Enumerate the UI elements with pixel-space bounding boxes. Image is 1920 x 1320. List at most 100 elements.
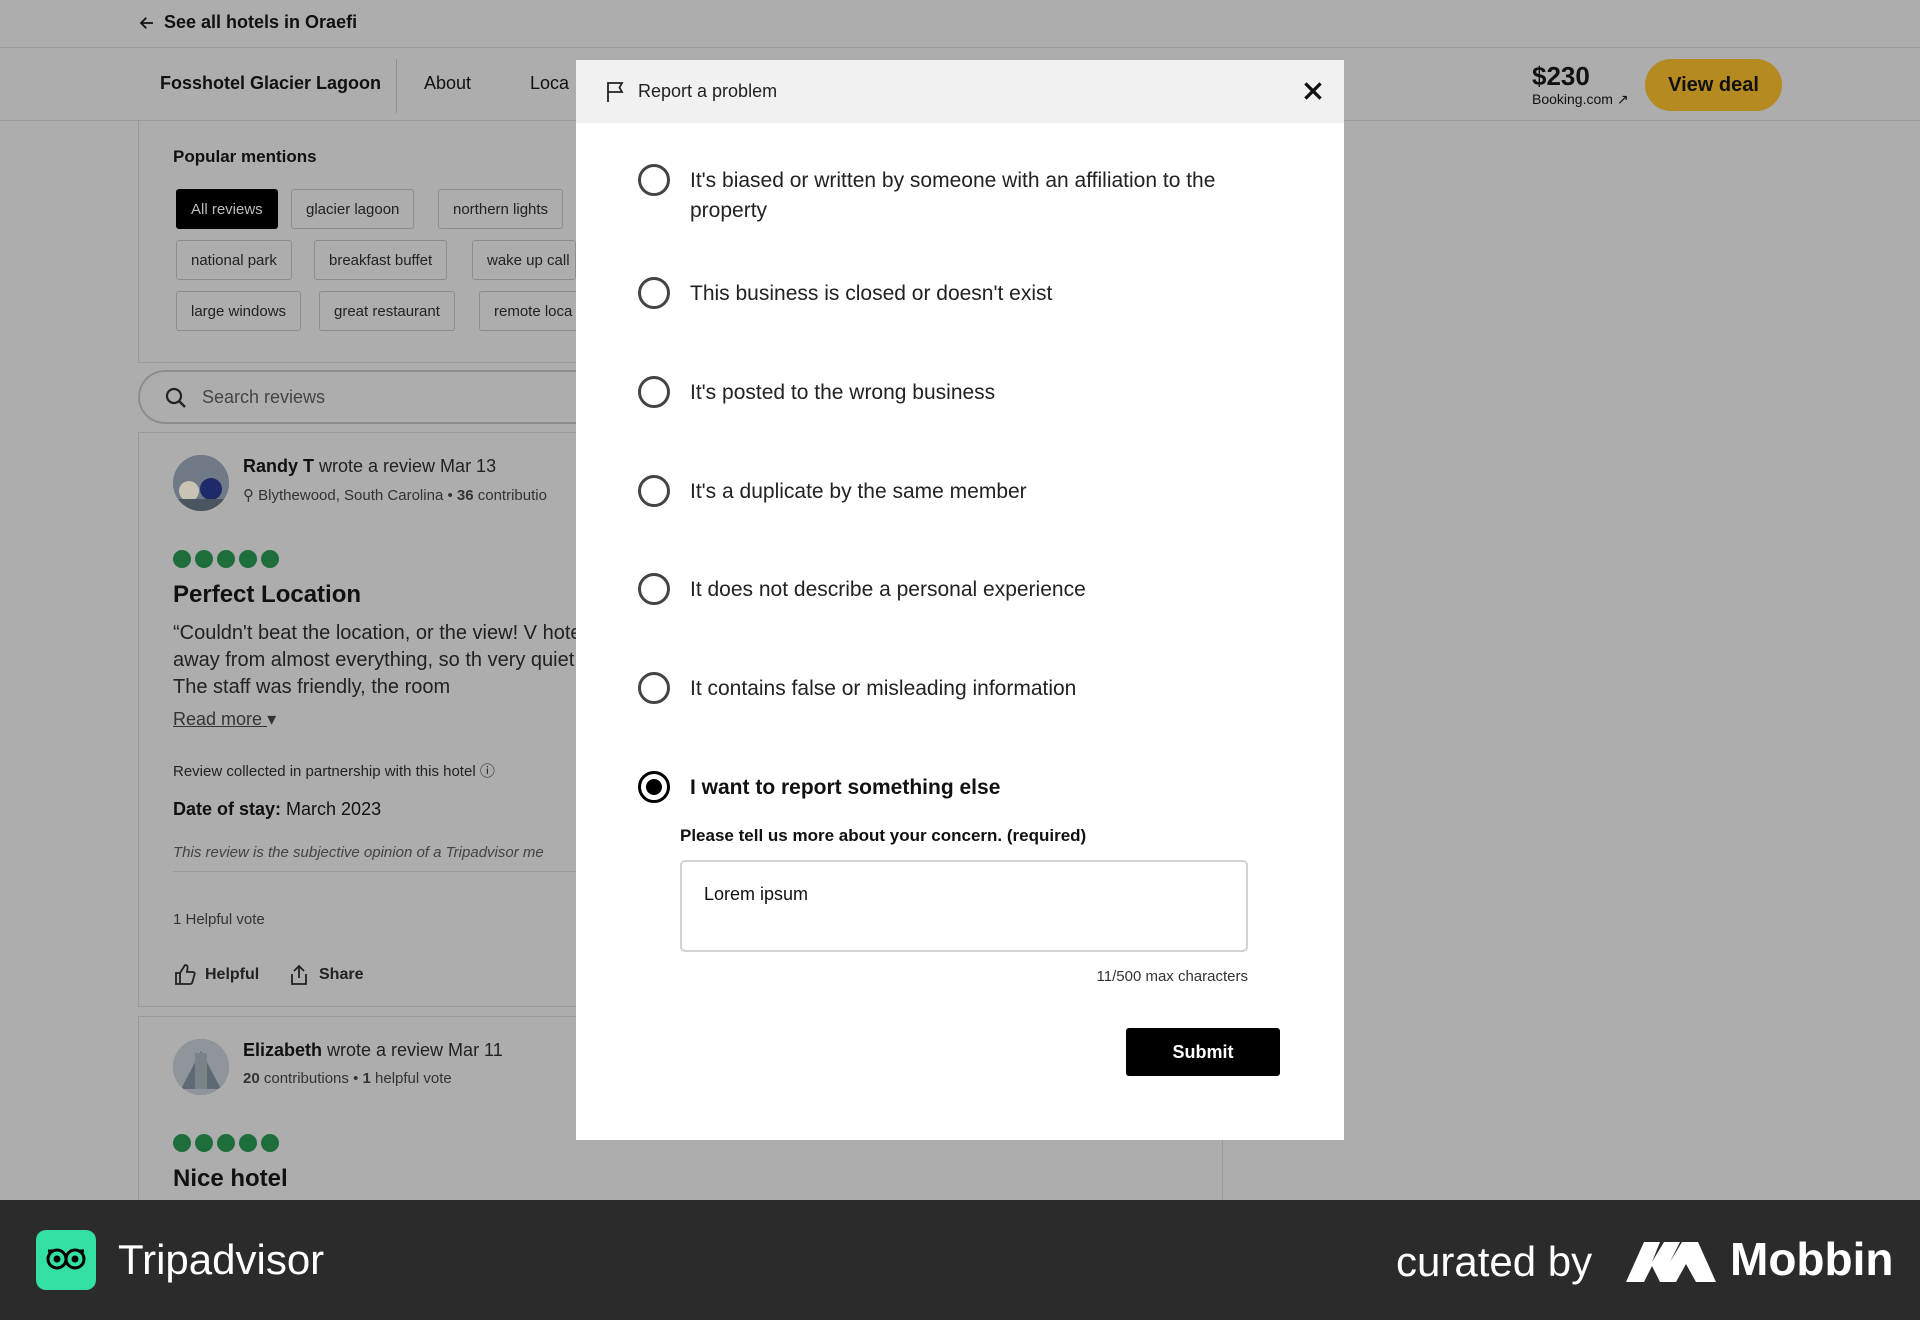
chip-national-park[interactable]: national park <box>176 240 292 280</box>
review-body: “Couldn't beat the location, or the view… <box>173 622 606 698</box>
flag-icon <box>607 82 624 102</box>
reason-option-duplicate[interactable]: It's a duplicate by the same member <box>638 475 1278 507</box>
subnav-divider <box>396 59 397 113</box>
reviewer-meta: 20 contributions • 1 helpful vote <box>243 1070 452 1087</box>
info-icon[interactable]: ⓘ <box>480 763 495 780</box>
rating-bubble <box>195 1134 213 1152</box>
radio-button[interactable] <box>638 573 670 605</box>
view-deal-button[interactable]: View deal <box>1645 59 1782 111</box>
dialog-header: Report a problem <box>576 60 1344 123</box>
top-bar: See all hotels in Oraefi <box>0 0 1920 48</box>
reviewer-name[interactable]: Elizabeth <box>243 1040 322 1060</box>
reason-option-closed[interactable]: This business is closed or doesn't exist <box>638 277 1278 309</box>
chip-glacier-lagoon[interactable]: glacier lagoon <box>291 189 415 229</box>
dialog-title: Report a problem <box>638 81 778 101</box>
back-link-label: See all hotels in Oraefi <box>164 12 358 32</box>
owl-eyes-icon <box>46 1248 86 1270</box>
rating-bubble <box>239 1134 257 1152</box>
reason-label: It's a duplicate by the same member <box>690 480 1027 503</box>
contribution-label: contributio <box>473 487 547 504</box>
avatar[interactable] <box>173 455 229 511</box>
chevron-down-icon: ▾ <box>267 709 277 729</box>
deal-source[interactable]: Booking.com ↗ <box>1532 91 1629 108</box>
avatar-photo <box>173 1039 229 1095</box>
reason-label: It contains false or misleading informat… <box>690 677 1077 700</box>
brand-name: Mobbin <box>1730 1233 1894 1285</box>
rating-bubble <box>217 1134 235 1152</box>
rating-bubble <box>239 550 257 568</box>
rating-bubble <box>195 550 213 568</box>
tab-about[interactable]: About <box>424 73 471 94</box>
rating-bubble <box>261 550 279 568</box>
app-name: Tripadvisor <box>118 1236 325 1283</box>
chip-large-windows[interactable]: large windows <box>176 291 302 331</box>
radio-button[interactable] <box>638 672 670 704</box>
read-more-link[interactable]: Read more ▾ <box>173 709 276 730</box>
radio-button[interactable] <box>638 277 670 309</box>
deal-price: $230 <box>1532 61 1590 91</box>
share-icon <box>291 964 307 985</box>
contribution-count: 20 <box>243 1070 260 1087</box>
tripadvisor-logo-icon <box>36 1230 96 1290</box>
contribution-count: 36 <box>456 487 474 504</box>
date-of-stay-value: March 2023 <box>281 799 382 819</box>
helpful-vote-count: 1 Helpful vote <box>173 911 265 928</box>
back-link[interactable]: See all hotels in Oraefi <box>138 12 357 33</box>
chip-remote-location[interactable]: remote loca <box>479 291 579 331</box>
reason-option-misleading[interactable]: It contains false or misleading informat… <box>638 672 1278 704</box>
concern-field-label: Please tell us more about your concern. … <box>680 826 1087 845</box>
reason-label: This business is closed or doesn't exist <box>690 282 1053 305</box>
tab-location[interactable]: Loca <box>530 73 569 94</box>
reason-option-something-else[interactable]: I want to report something else <box>638 771 1278 803</box>
radio-button-selected[interactable] <box>638 771 670 803</box>
close-icon <box>1304 82 1322 100</box>
chip-breakfast-buffet[interactable]: breakfast buffet <box>314 240 448 280</box>
reason-label: It's biased or written by someone with a… <box>690 169 1216 222</box>
thumbs-up-icon <box>175 964 196 985</box>
chip-wake-up-call[interactable]: wake up call <box>472 240 576 280</box>
radio-button[interactable] <box>638 475 670 507</box>
submit-button[interactable]: Submit <box>1126 1028 1280 1076</box>
rating-bubble <box>173 1134 191 1152</box>
radio-button[interactable] <box>638 164 670 196</box>
hotel-name[interactable]: Fosshotel Glacier Lagoon <box>160 73 381 94</box>
read-more-label: Read more <box>173 709 263 729</box>
reason-option-biased[interactable]: It's biased or written by someone with a… <box>638 164 1278 226</box>
helpful-button[interactable]: Helpful <box>173 963 259 987</box>
rating-bubble <box>217 550 235 568</box>
collected-note: Review collected in partnership with thi… <box>173 760 495 781</box>
close-button[interactable] <box>1300 78 1326 104</box>
arrow-left-icon <box>139 16 153 29</box>
review-title[interactable]: Perfect Location <box>173 581 361 609</box>
footer-banner: Tripadvisor curated by Mobbin <box>0 1200 1920 1320</box>
date-of-stay: Date of stay: March 2023 <box>173 799 381 820</box>
reason-label: It's posted to the wrong business <box>690 381 996 404</box>
reason-option-wrong-business[interactable]: It's posted to the wrong business <box>638 376 1278 408</box>
helpful-count-label: helpful vote <box>370 1070 452 1087</box>
popular-mentions-title: Popular mentions <box>173 147 317 166</box>
reason-label: I want to report something else <box>690 776 1001 799</box>
contribution-label: contributions • <box>259 1070 363 1087</box>
reviewer-line: Randy T wrote a review Mar 13 <box>243 456 496 477</box>
rating-bubbles <box>173 1134 279 1152</box>
reason-option-not-personal[interactable]: It does not describe a personal experien… <box>638 573 1278 605</box>
reason-label: It does not describe a personal experien… <box>690 578 1086 601</box>
share-button[interactable]: Share <box>287 963 363 987</box>
chip-northern-lights[interactable]: northern lights <box>438 189 564 229</box>
location-pin-icon: ⚲ <box>243 487 254 504</box>
reviewer-line: Elizabeth wrote a review Mar 11 <box>243 1040 503 1061</box>
avatar[interactable] <box>173 1039 229 1095</box>
chip-all-reviews[interactable]: All reviews <box>176 189 278 229</box>
date-of-stay-label: Date of stay: <box>173 799 282 819</box>
concern-textarea[interactable]: Lorem ipsum <box>680 860 1248 952</box>
reviewer-location: Blythewood, South Carolina • <box>258 487 457 504</box>
radio-button[interactable] <box>638 376 670 408</box>
share-label: Share <box>319 966 364 983</box>
review-date: wrote a review Mar 11 <box>322 1040 503 1060</box>
rating-bubble <box>261 1134 279 1152</box>
chip-great-restaurant[interactable]: great restaurant <box>319 291 455 331</box>
review-title[interactable]: Nice hotel <box>173 1165 288 1193</box>
search-icon <box>165 387 186 408</box>
reviewer-name[interactable]: Randy T <box>243 456 314 476</box>
mobbin-logo-icon <box>1626 1242 1716 1282</box>
